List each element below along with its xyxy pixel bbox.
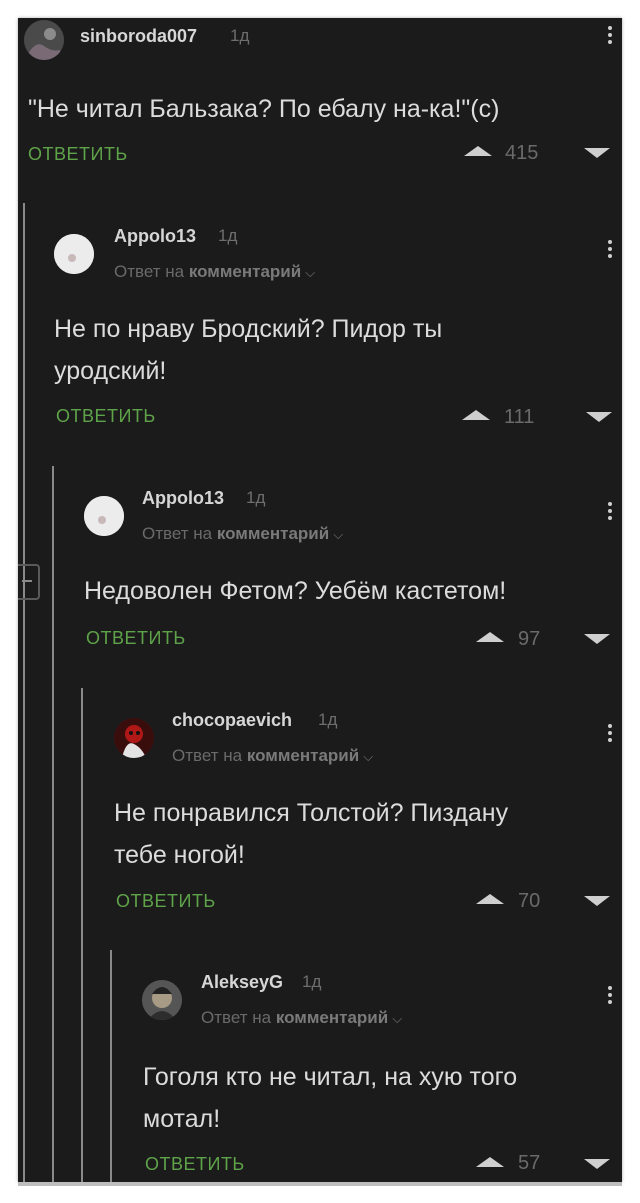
username[interactable]: sinboroda007 [80, 26, 197, 47]
timestamp: 1д [246, 488, 266, 507]
downvote-button[interactable] [586, 412, 612, 422]
reply-to-target: комментарий [188, 262, 302, 281]
reply-to-target: комментарий [275, 1008, 389, 1027]
comment-text-line: "Не читал Бальзака? По ебалу на-ка!"(с) [28, 95, 500, 123]
avatar[interactable] [84, 496, 124, 536]
upvote-button[interactable] [464, 146, 492, 156]
comment-text-line: Гоголя кто не читал, на хую того [143, 1063, 518, 1091]
vote-score: 111 [504, 406, 535, 428]
avatar[interactable] [24, 20, 64, 60]
downvote-button[interactable] [584, 1159, 610, 1169]
comment-text-line: уродский! [54, 357, 167, 385]
comment-text: Гоголя кто не читал, на хую того мотал! [143, 1056, 613, 1140]
minus-icon [22, 580, 32, 582]
downvote-button[interactable] [584, 148, 610, 158]
comment-text-line: Не понравился Толстой? Пиздану [114, 799, 509, 827]
reply-button[interactable]: ОТВЕТИТЬ [86, 628, 186, 649]
timestamp: 1д [218, 226, 238, 245]
downvote-button[interactable] [584, 634, 610, 644]
reply-button[interactable]: ОТВЕТИТЬ [145, 1154, 245, 1175]
kebab-menu-icon[interactable] [608, 502, 614, 523]
frame-border [18, 1182, 622, 1186]
upvote-button[interactable] [476, 894, 504, 904]
reply-button[interactable]: ОТВЕТИТЬ [56, 406, 156, 427]
reply-to-link[interactable]: Ответ на комментарий ⌵ [172, 746, 373, 766]
username[interactable]: chocopaevich [172, 710, 292, 731]
comment-text-line: мотал! [143, 1105, 221, 1133]
avatar[interactable] [54, 234, 94, 274]
comments-screen: sinboroda007 1д "Не читал Бальзака? По е… [18, 18, 622, 1182]
reply-button[interactable]: ОТВЕТИТЬ [116, 891, 216, 912]
chevron-down-icon: ⌵ [392, 1011, 403, 1026]
reply-to-target: комментарий [216, 524, 330, 543]
vote-score: 57 [518, 1152, 541, 1174]
reply-to-prefix: Ответ на [201, 1008, 272, 1027]
comment-text: Не по нраву Бродский? Пидор ты уродский! [54, 308, 604, 392]
timestamp: 1д [302, 972, 322, 991]
thread-line-4[interactable] [110, 950, 112, 1182]
comment-text-line: Не по нраву Бродский? Пидор ты [54, 315, 443, 343]
kebab-menu-icon[interactable] [608, 240, 614, 261]
username[interactable]: Appolo13 [142, 488, 224, 509]
comment-text: Недоволен Фетом? Уебём кастетом! [84, 570, 614, 612]
timestamp: 1д [230, 26, 250, 45]
thread-line-1[interactable] [23, 203, 25, 1182]
vote-score: 70 [518, 890, 541, 912]
reply-to-prefix: Ответ на [142, 524, 213, 543]
upvote-button[interactable] [462, 410, 490, 420]
kebab-menu-icon[interactable] [608, 986, 614, 1007]
avatar[interactable] [142, 980, 182, 1020]
username[interactable]: Appolo13 [114, 226, 196, 247]
upvote-button[interactable] [476, 632, 504, 642]
reply-to-link[interactable]: Ответ на комментарий ⌵ [114, 262, 315, 282]
comment-text-line: Недоволен Фетом? Уебём кастетом! [84, 577, 507, 605]
comment-text-line: тебе ногой! [114, 841, 245, 869]
upvote-button[interactable] [476, 1157, 504, 1167]
vote-score: 415 [505, 142, 539, 164]
comment-text: "Не читал Бальзака? По ебалу на-ка!"(с) [28, 88, 608, 130]
reply-to-prefix: Ответ на [172, 746, 243, 765]
chevron-down-icon: ⌵ [305, 265, 316, 280]
kebab-menu-icon[interactable] [608, 26, 614, 47]
vote-score: 97 [518, 628, 541, 650]
chevron-down-icon: ⌵ [363, 749, 374, 764]
reply-to-link[interactable]: Ответ на комментарий ⌵ [142, 524, 343, 544]
timestamp: 1д [318, 710, 338, 729]
avatar[interactable] [114, 718, 154, 758]
username[interactable]: AlekseyG [201, 972, 283, 993]
reply-to-prefix: Ответ на [114, 262, 185, 281]
comment-text: Не понравился Толстой? Пиздану тебе ного… [114, 792, 614, 876]
reply-to-link[interactable]: Ответ на комментарий ⌵ [201, 1008, 402, 1028]
thread-line-3[interactable] [81, 688, 83, 1182]
reply-button[interactable]: ОТВЕТИТЬ [28, 144, 128, 165]
reply-to-target: комментарий [246, 746, 360, 765]
thread-line-2[interactable] [52, 466, 54, 1182]
downvote-button[interactable] [584, 896, 610, 906]
chevron-down-icon: ⌵ [333, 527, 344, 542]
kebab-menu-icon[interactable] [608, 724, 614, 745]
collapse-button[interactable] [18, 564, 40, 600]
